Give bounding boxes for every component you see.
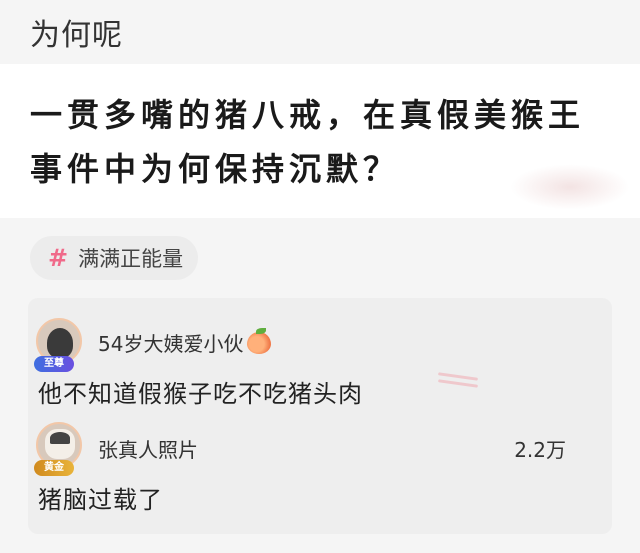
- question-card[interactable]: 一贯多嘴的猪八戒，在真假美猴王事件中为何保持沉默？: [0, 64, 640, 218]
- comment-username[interactable]: 54岁大姨爱小伙: [98, 328, 272, 357]
- topic-tag[interactable]: # 满满正能量: [30, 236, 198, 280]
- comment-text: 猪脑过载了: [38, 486, 163, 514]
- hash-icon: #: [48, 244, 69, 272]
- like-count[interactable]: 2.2万: [514, 434, 566, 463]
- decorative-scratch: [437, 372, 479, 389]
- avatar-image: [45, 429, 75, 459]
- comment-item[interactable]: 至尊 54岁大姨爱小伙 他不知道假猴子吃不吃猪头肉: [28, 312, 612, 422]
- page-title: 为何呢: [30, 18, 123, 53]
- comment-text: 他不知道假猴子吃不吃猪头肉: [38, 380, 363, 408]
- avatar-image: [47, 328, 73, 358]
- comment-username[interactable]: 张真人照片: [98, 434, 198, 463]
- top-bar: 为何呢: [0, 0, 640, 62]
- vip-badge: 黄金: [34, 460, 74, 476]
- comments-section: 至尊 54岁大姨爱小伙 他不知道假猴子吃不吃猪头肉 黄金 张真人照片 2.2万 …: [28, 298, 612, 534]
- username-text: 54岁大姨爱小伙: [98, 332, 244, 356]
- comment-item[interactable]: 黄金 张真人照片 2.2万 猪脑过载了: [28, 422, 612, 532]
- vip-badge: 至尊: [34, 356, 74, 372]
- topic-label: 满满正能量: [78, 247, 184, 271]
- peach-icon: [247, 328, 272, 354]
- decorative-smudge: [510, 164, 630, 210]
